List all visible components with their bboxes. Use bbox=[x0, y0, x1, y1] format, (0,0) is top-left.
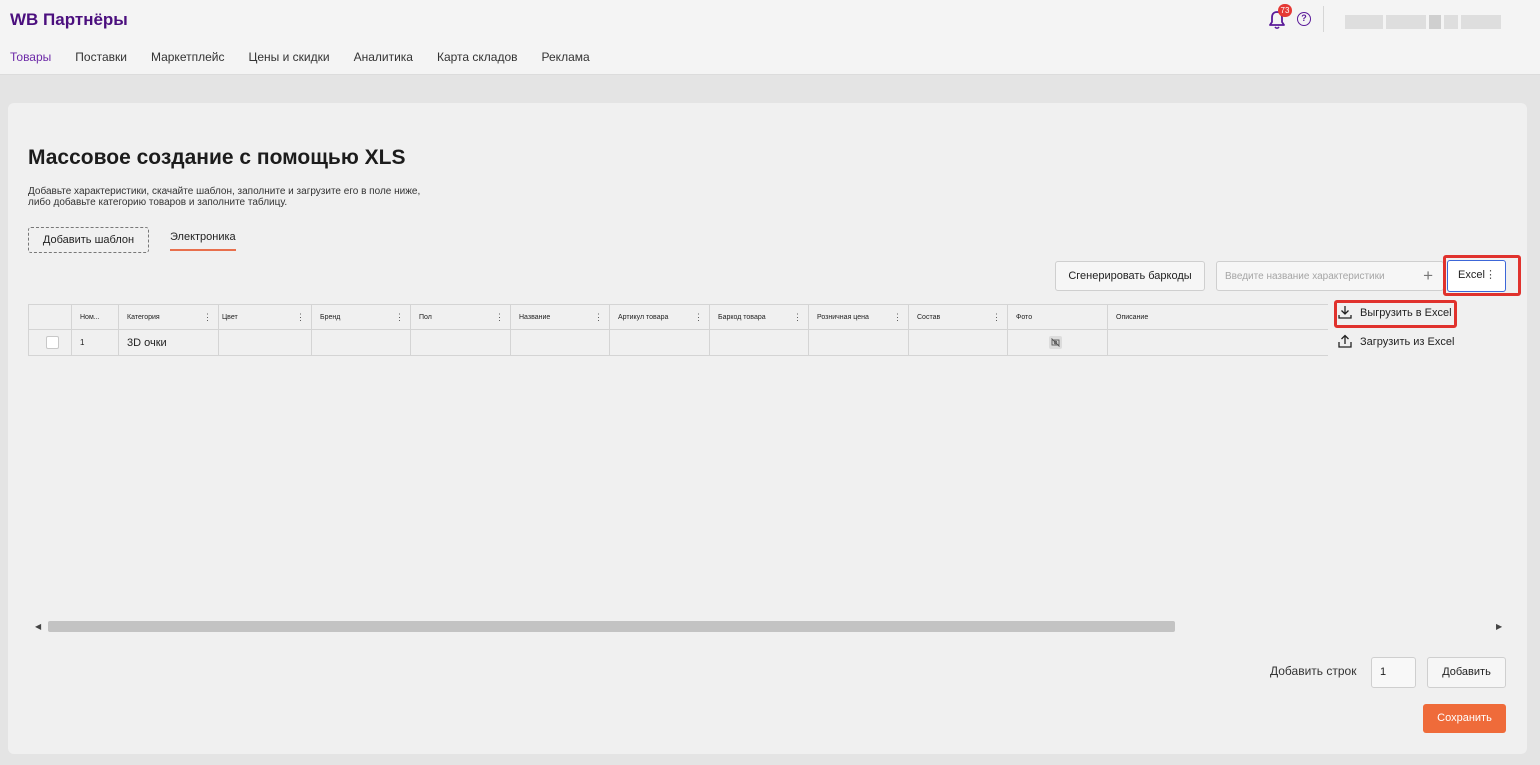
column-header[interactable]: Состав ⋮ bbox=[909, 305, 1008, 329]
column-menu-icon[interactable]: ⋮ bbox=[203, 313, 212, 322]
add-template-button[interactable]: Добавить шаблон bbox=[28, 227, 149, 253]
table-row: 1 3D очки bbox=[28, 330, 1328, 356]
main-panel: Массовое создание с помощью XLS Добавьте… bbox=[8, 103, 1527, 754]
nav-item-warehouse-map[interactable]: Карта складов bbox=[437, 50, 518, 64]
products-table: Ном... Категория ⋮ Цвет ⋮ Бренд ⋮ Пол ⋮ Назв… bbox=[28, 304, 1328, 356]
category-cell[interactable]: 3D очки bbox=[119, 330, 219, 355]
nav-item-marketplace[interactable]: Маркетплейс bbox=[151, 50, 225, 64]
nav-item-supplies[interactable]: Поставки bbox=[75, 50, 127, 64]
description-cell[interactable] bbox=[1108, 330, 1328, 355]
article-cell[interactable] bbox=[610, 330, 710, 355]
nav-item-ads[interactable]: Реклама bbox=[542, 50, 590, 64]
save-button[interactable]: Сохранить bbox=[1423, 704, 1506, 733]
column-menu-icon[interactable]: ⋮ bbox=[793, 313, 802, 322]
name-cell[interactable] bbox=[511, 330, 610, 355]
tab-category-electronics[interactable]: Электроника bbox=[170, 231, 236, 251]
nav-item-prices[interactable]: Цены и скидки bbox=[248, 50, 329, 64]
column-menu-icon[interactable]: ⋮ bbox=[395, 313, 404, 322]
main-nav: Товары Поставки Маркетплейс Цены и скидк… bbox=[10, 50, 614, 64]
more-vertical-icon: ⋮ bbox=[1485, 269, 1496, 281]
scroll-left-icon[interactable]: ◀ bbox=[35, 622, 41, 631]
page-title: Массовое создание с помощью XLS bbox=[28, 146, 406, 169]
select-column-header bbox=[28, 305, 72, 329]
notification-badge: 73 bbox=[1278, 4, 1292, 17]
row-select-cell bbox=[28, 330, 72, 355]
column-menu-icon[interactable]: ⋮ bbox=[495, 313, 504, 322]
column-header[interactable]: Ном... bbox=[72, 305, 119, 329]
scroll-right-icon[interactable]: ▶ bbox=[1496, 622, 1502, 631]
characteristic-input[interactable]: Введите название характеристики + bbox=[1216, 261, 1444, 291]
column-header[interactable]: Фото bbox=[1008, 305, 1108, 329]
add-rows-button[interactable]: Добавить bbox=[1427, 657, 1506, 688]
column-header[interactable]: Пол ⋮ bbox=[411, 305, 511, 329]
barcode-cell[interactable] bbox=[710, 330, 809, 355]
column-menu-icon[interactable]: ⋮ bbox=[694, 313, 703, 322]
horizontal-scrollbar[interactable] bbox=[48, 621, 1175, 632]
gender-cell[interactable] bbox=[411, 330, 511, 355]
excel-menu-button[interactable]: Excel ⋮ bbox=[1447, 260, 1506, 292]
no-photo-icon[interactable] bbox=[1049, 336, 1062, 349]
help-icon[interactable]: ? bbox=[1297, 12, 1311, 26]
nav-item-goods[interactable]: Товары bbox=[10, 50, 51, 64]
column-header[interactable]: Бренд ⋮ bbox=[312, 305, 411, 329]
column-header[interactable]: Категория ⋮ bbox=[119, 305, 219, 329]
brand-cell[interactable] bbox=[312, 330, 411, 355]
generate-barcodes-button[interactable]: Сгенерировать баркоды bbox=[1055, 261, 1205, 291]
color-cell[interactable] bbox=[219, 330, 312, 355]
column-header[interactable]: Цвет ⋮ bbox=[219, 305, 312, 329]
plus-icon[interactable]: + bbox=[1423, 267, 1433, 285]
column-header[interactable]: Описание bbox=[1108, 305, 1328, 329]
row-number-cell: 1 bbox=[72, 330, 119, 355]
characteristic-placeholder: Введите название характеристики bbox=[1225, 271, 1385, 282]
column-menu-icon[interactable]: ⋮ bbox=[594, 313, 603, 322]
header-divider bbox=[1323, 6, 1324, 32]
price-cell[interactable] bbox=[809, 330, 909, 355]
nav-item-analytics[interactable]: Аналитика bbox=[354, 50, 413, 64]
top-bar: WB Партнёры Товары Поставки Маркетплейс … bbox=[0, 0, 1540, 75]
column-header[interactable]: Розничная цена ⋮ bbox=[809, 305, 909, 329]
column-menu-icon[interactable]: ⋮ bbox=[893, 313, 902, 322]
upload-icon bbox=[1338, 334, 1352, 348]
column-header[interactable]: Название ⋮ bbox=[511, 305, 610, 329]
photo-cell[interactable] bbox=[1008, 330, 1108, 355]
user-profile[interactable] bbox=[1345, 15, 1501, 29]
column-menu-icon[interactable]: ⋮ bbox=[992, 313, 1001, 322]
brand-logo[interactable]: WB Партнёры bbox=[10, 10, 128, 30]
rows-count-input[interactable]: 1 bbox=[1371, 657, 1416, 688]
composition-cell[interactable] bbox=[909, 330, 1008, 355]
excel-button-label: Excel bbox=[1458, 269, 1485, 281]
column-header[interactable]: Баркод товара ⋮ bbox=[710, 305, 809, 329]
column-menu-icon[interactable]: ⋮ bbox=[296, 313, 305, 322]
column-header[interactable]: Артикул товара ⋮ bbox=[610, 305, 710, 329]
add-rows-label: Добавить строк bbox=[1270, 664, 1357, 678]
page-description: Добавьте характеристики, скачайте шаблон… bbox=[28, 186, 421, 208]
import-from-excel-item[interactable]: Загрузить из Excel bbox=[1332, 329, 1457, 355]
import-from-excel-label: Загрузить из Excel bbox=[1360, 336, 1455, 348]
table-header-row: Ном... Категория ⋮ Цвет ⋮ Бренд ⋮ Пол ⋮ Назв… bbox=[28, 304, 1328, 330]
export-highlight-frame bbox=[1334, 300, 1457, 328]
row-checkbox[interactable] bbox=[46, 336, 59, 349]
